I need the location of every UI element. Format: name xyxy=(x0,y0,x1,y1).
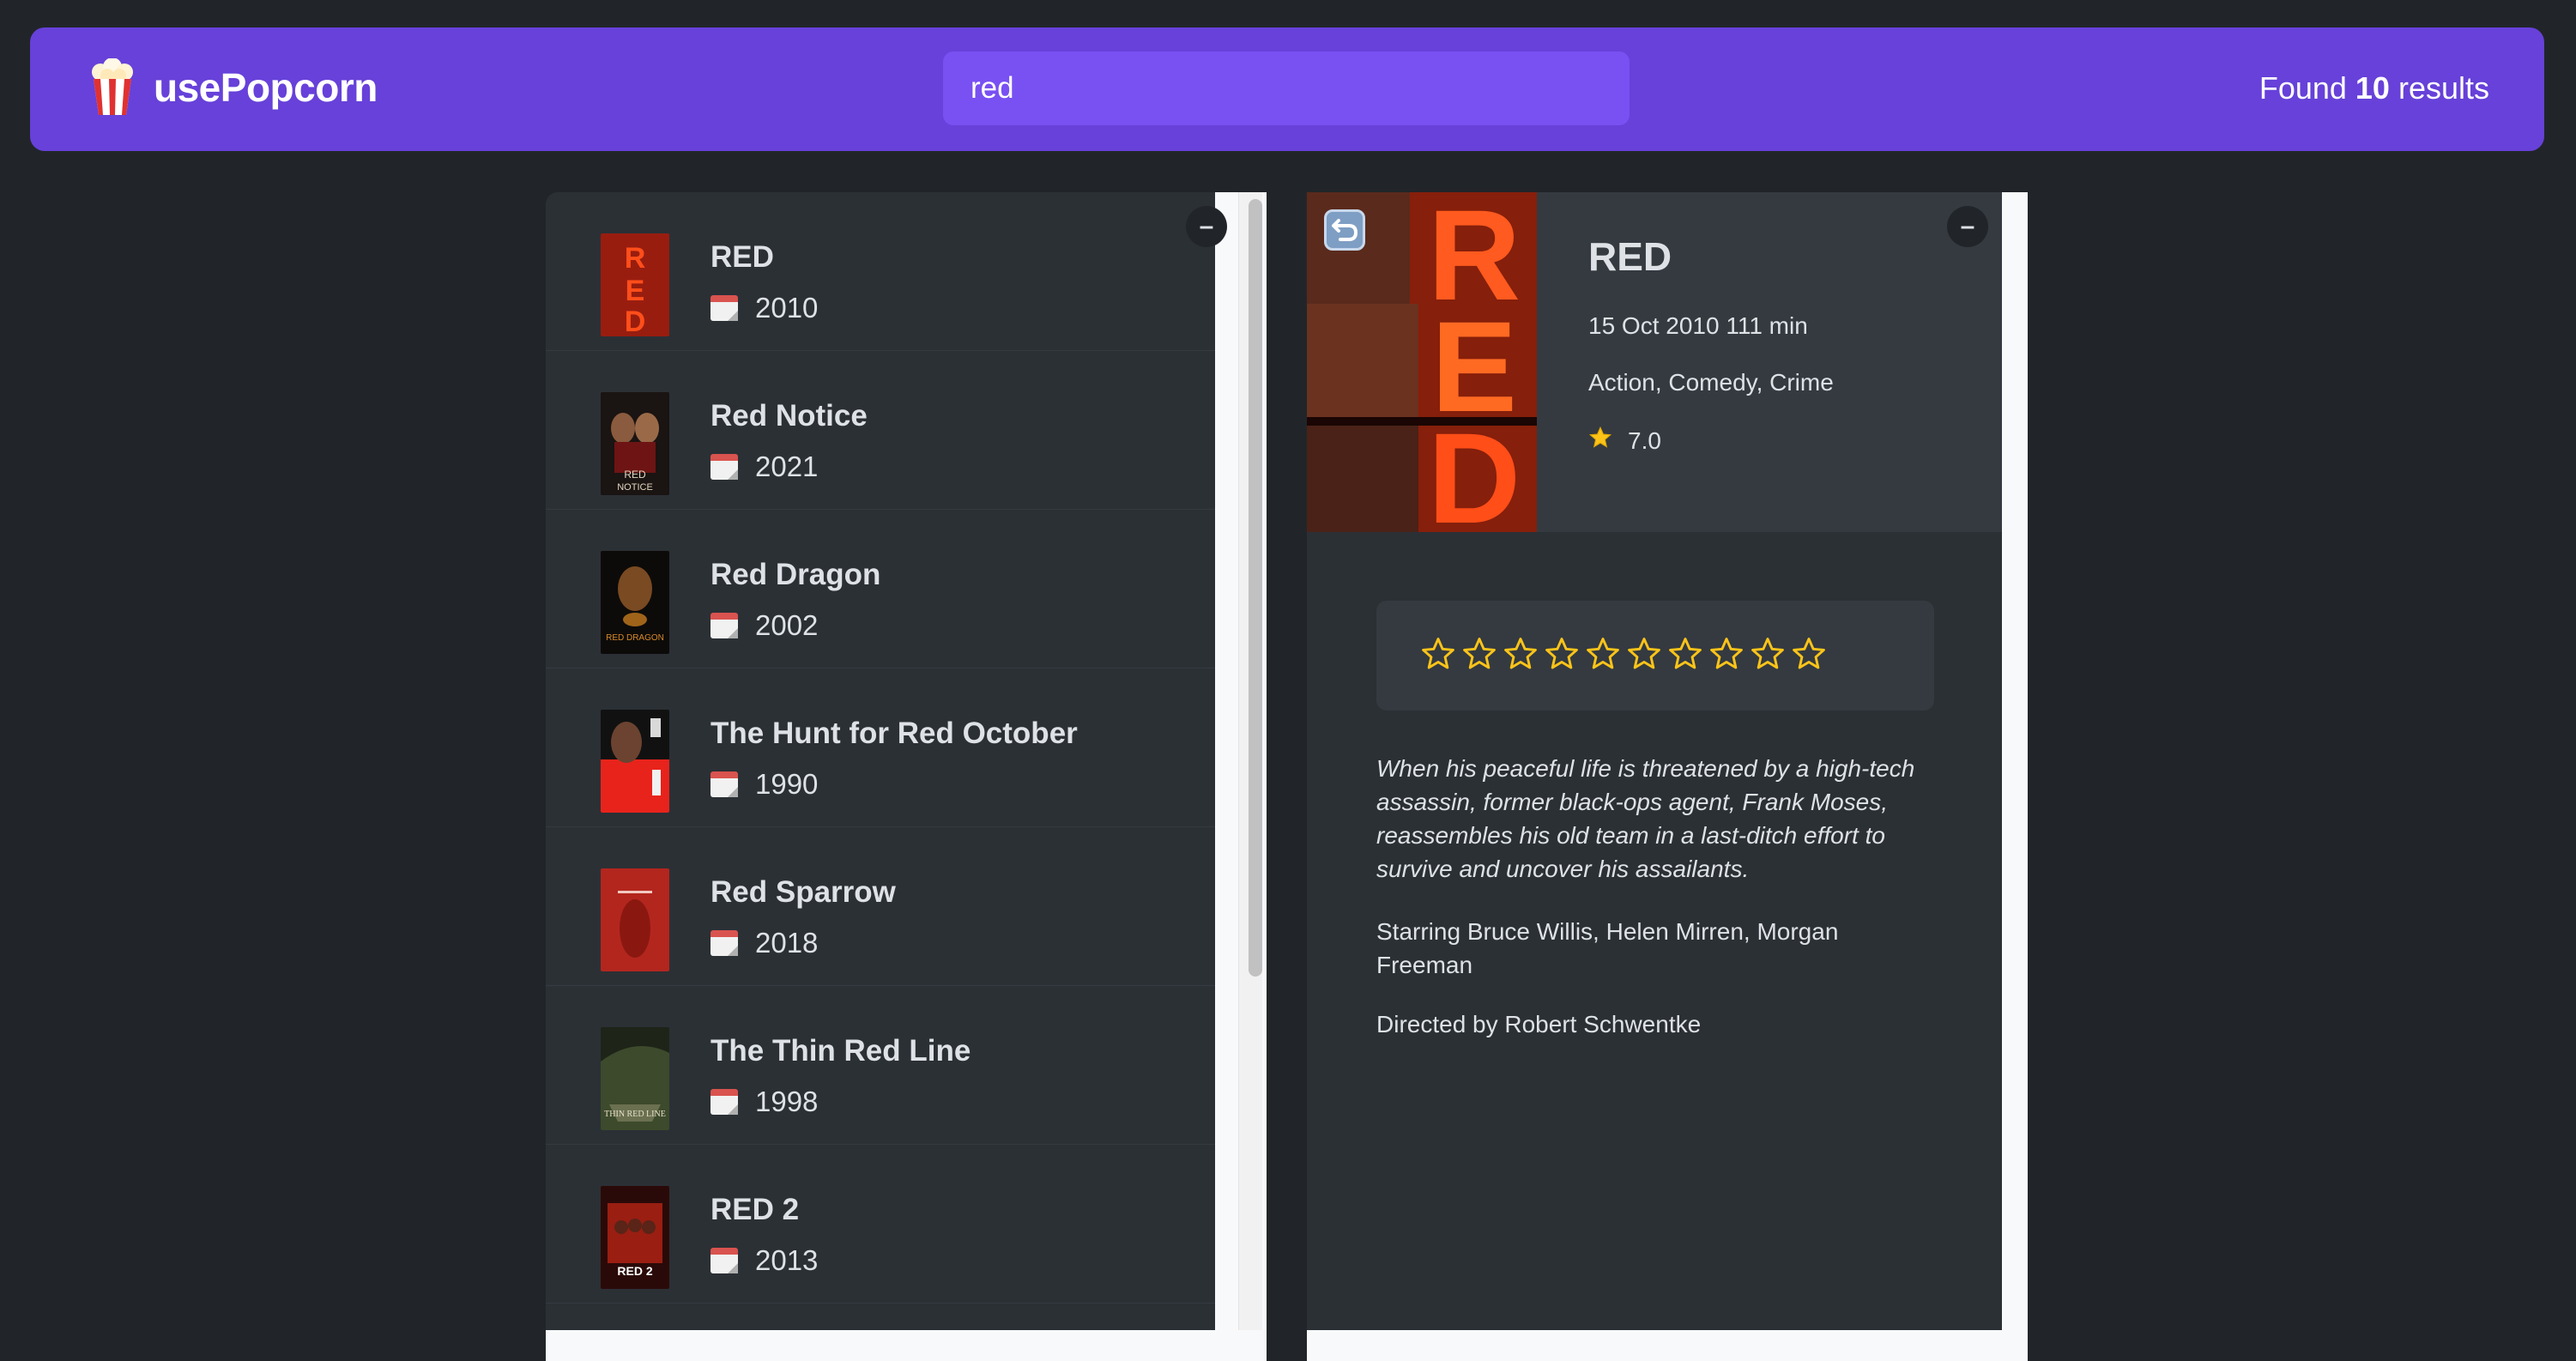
svg-text:RED 2: RED 2 xyxy=(617,1264,652,1278)
calendar-icon xyxy=(711,771,738,797)
rating-star-icon[interactable] xyxy=(1584,635,1625,676)
results-prefix: Found xyxy=(2259,70,2355,106)
calendar-icon xyxy=(711,295,738,321)
collapse-details-button[interactable]: – xyxy=(1947,206,1988,247)
rating-star-icon[interactable] xyxy=(1419,635,1460,676)
movie-item[interactable]: Red Sparrow 2018 xyxy=(546,827,1215,986)
calendar-icon xyxy=(711,1089,738,1115)
details-imdb-rating: 7.0 xyxy=(1588,426,1661,456)
movie-year: 1998 xyxy=(755,1086,819,1117)
movie-poster: THIN RED LINE xyxy=(601,1027,669,1130)
movie-title: Red Dragon xyxy=(711,558,881,591)
app-name: usePopcorn xyxy=(154,65,378,110)
movie-year-row: 2018 xyxy=(711,927,818,959)
movie-year-row: 2002 xyxy=(711,609,818,642)
movie-poster: RED 2 xyxy=(601,1186,669,1289)
movie-item[interactable]: RED NOTICE Red Notice 2021 xyxy=(546,351,1215,510)
svg-text:NOTICE: NOTICE xyxy=(617,482,653,493)
back-button[interactable] xyxy=(1324,209,1365,251)
search-input[interactable] xyxy=(943,51,1630,125)
svg-text:RED DRAGON: RED DRAGON xyxy=(606,633,664,643)
results-number: 10 xyxy=(2355,70,2390,106)
rating-star-icon[interactable] xyxy=(1666,635,1708,676)
logo: usePopcorn xyxy=(88,57,378,117)
calendar-icon xyxy=(711,454,738,480)
movie-item[interactable]: The Hunt for Red October 1990 xyxy=(546,668,1215,827)
svg-text:THIN RED LINE: THIN RED LINE xyxy=(604,1110,666,1119)
panel-edge xyxy=(1307,1330,2028,1361)
movie-poster xyxy=(601,868,669,971)
movie-year-row: 1998 xyxy=(711,1086,818,1118)
popcorn-icon xyxy=(88,57,136,117)
movie-year: 2010 xyxy=(755,292,819,324)
collapse-list-button[interactable]: – xyxy=(1186,206,1227,247)
movie-poster: R E D xyxy=(601,233,669,336)
details-release-runtime: 15 Oct 2010 111 min xyxy=(1588,312,1808,339)
movie-year-row: 2021 xyxy=(711,451,818,483)
movie-year: 1990 xyxy=(755,768,819,800)
movie-item[interactable]: RED DRAGON Red Dragon 2002 xyxy=(546,510,1215,668)
movie-year: 2002 xyxy=(755,609,819,641)
rating-star-icon[interactable] xyxy=(1790,635,1831,676)
imdb-rating-value: 7.0 xyxy=(1628,426,1661,454)
details-title: RED xyxy=(1588,234,1672,279)
rating-star-icon[interactable] xyxy=(1625,635,1666,676)
rating-star-icon[interactable] xyxy=(1543,635,1584,676)
calendar-icon xyxy=(711,930,738,956)
panel-edge xyxy=(2002,192,2028,1361)
movie-title: RED 2 xyxy=(711,1193,800,1226)
details-genre: Action, Comedy, Crime xyxy=(1588,369,1834,396)
movie-item[interactable]: THIN RED LINE The Thin Red Line 1998 xyxy=(546,986,1215,1145)
movie-title: Red Sparrow xyxy=(711,875,896,909)
details-director: Directed by Robert Schwentke xyxy=(1376,1011,1702,1037)
svg-text:E: E xyxy=(626,275,645,307)
star-icon xyxy=(1588,426,1612,456)
svg-text:D: D xyxy=(625,305,646,336)
movie-poster xyxy=(601,710,669,813)
movie-year-row: 1990 xyxy=(711,768,818,801)
rating-star-icon[interactable] xyxy=(1749,635,1790,676)
movie-item[interactable]: RED 2 RED 2 2013 xyxy=(546,1145,1215,1304)
svg-text:R: R xyxy=(625,242,646,275)
user-rating-box xyxy=(1376,601,1934,711)
svg-text:RED: RED xyxy=(624,469,646,481)
results-count: Found 10 results xyxy=(2259,70,2489,106)
movie-title: The Hunt for Red October xyxy=(711,717,1078,750)
movie-year: 2018 xyxy=(755,927,819,959)
rating-star-icon[interactable] xyxy=(1460,635,1502,676)
details-starring: Starring Bruce Willis, Helen Mirren, Mor… xyxy=(1376,918,1839,978)
movie-year-row: 2010 xyxy=(711,292,818,324)
details-plot: When his peaceful life is threatened by … xyxy=(1376,755,1915,882)
calendar-icon xyxy=(711,1248,738,1273)
movie-title: RED xyxy=(711,240,774,274)
movie-poster: RED NOTICE xyxy=(601,392,669,495)
rating-star-icon[interactable] xyxy=(1502,635,1543,676)
nav-bar: usePopcorn Found 10 results xyxy=(30,27,2544,151)
list-scrollbar-thumb[interactable] xyxy=(1249,199,1262,977)
movie-title: The Thin Red Line xyxy=(711,1034,971,1068)
movie-poster: RED DRAGON xyxy=(601,551,669,654)
movie-year-row: 2013 xyxy=(711,1244,818,1277)
star-rating[interactable] xyxy=(1419,635,1831,676)
return-arrow-icon xyxy=(1332,219,1358,241)
calendar-icon xyxy=(711,613,738,638)
movie-item[interactable]: R E D RED 2010 xyxy=(546,192,1215,351)
rating-star-icon[interactable] xyxy=(1708,635,1749,676)
movie-year: 2021 xyxy=(755,451,819,482)
panel-edge xyxy=(546,1330,1267,1361)
movie-list: R E D RED 2010 RED NOTICE Red Notice 202… xyxy=(546,192,1215,1330)
results-suffix: results xyxy=(2389,70,2489,106)
movie-title: Red Notice xyxy=(711,399,868,432)
movie-year: 2013 xyxy=(755,1244,819,1276)
